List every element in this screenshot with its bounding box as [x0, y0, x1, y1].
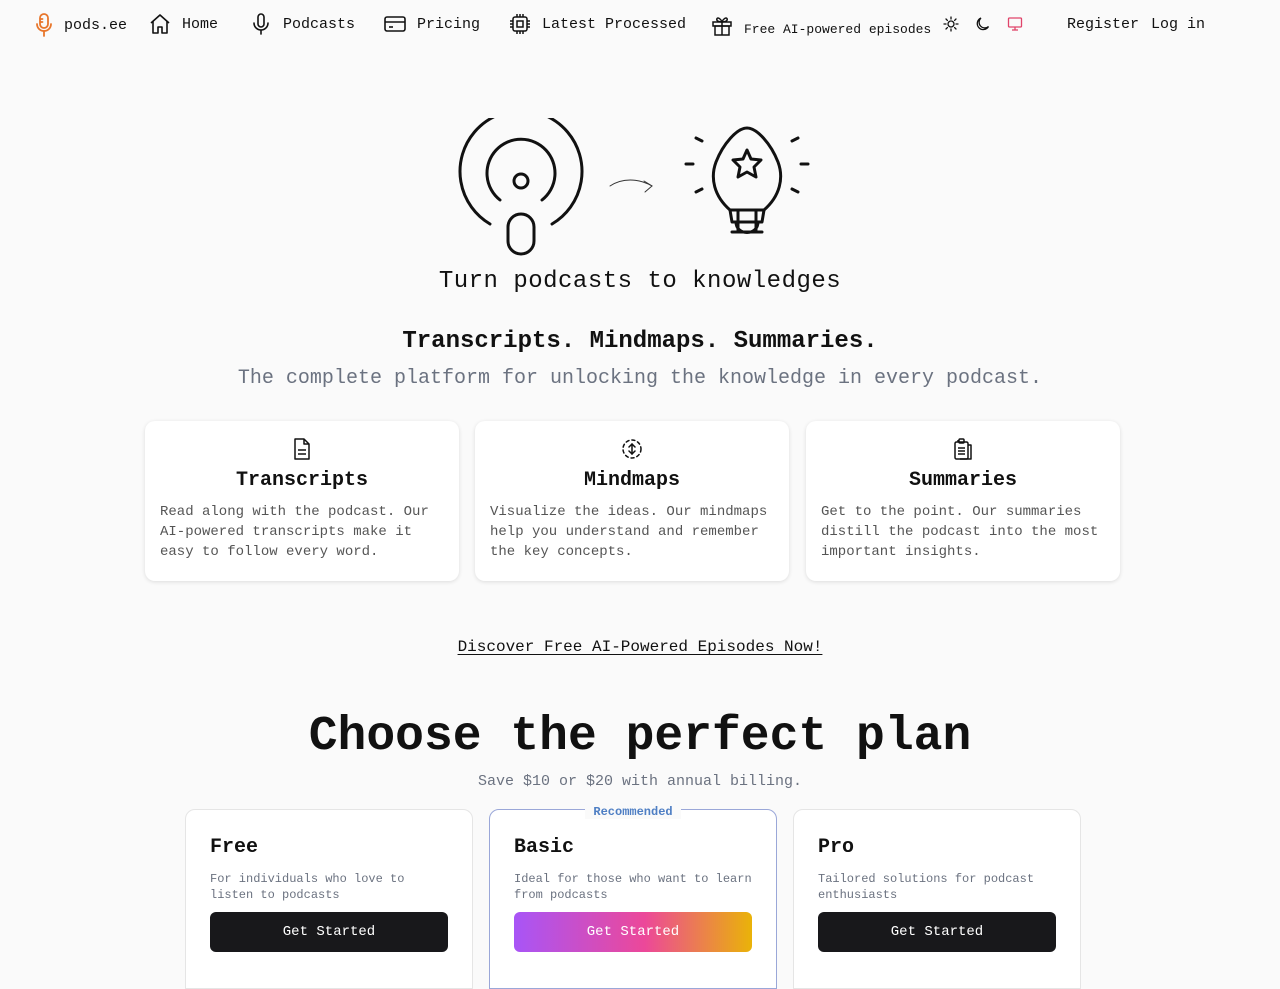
- plan-card-free: Free For individuals who love to listen …: [185, 809, 473, 989]
- discover-free-episodes-link[interactable]: Discover Free AI-Powered Episodes Now!: [458, 638, 823, 656]
- nav-free-label: Free AI-powered episodes: [744, 21, 932, 37]
- brand-link[interactable]: pods.ee: [34, 12, 127, 38]
- nav-home-label: Home: [182, 15, 219, 33]
- cta-container: Discover Free AI-Powered Episodes Now!: [0, 638, 1280, 656]
- feature-card-transcripts: Transcripts Read along with the podcast.…: [145, 421, 459, 581]
- monitor-icon[interactable]: [1007, 16, 1023, 32]
- feature-title: Transcripts: [235, 469, 369, 492]
- gift-icon: [712, 17, 732, 36]
- recommended-badge: Recommended: [490, 802, 776, 820]
- plan-description: For individuals who love to listen to po…: [210, 872, 405, 902]
- plan-card-basic: Recommended Basic Ideal for those who wa…: [489, 805, 777, 989]
- plan-name: Pro: [818, 836, 855, 859]
- pricing-title: Choose the perfect plan: [308, 710, 972, 764]
- recommended-label: Recommended: [585, 805, 681, 819]
- nav-podcasts-label: Podcasts: [283, 15, 356, 33]
- get-started-button[interactable]: Get Started: [210, 912, 448, 952]
- feature-text: Get to the point. Our summaries distill …: [821, 504, 1099, 560]
- plan-description: Ideal for those who want to learn from p…: [514, 872, 752, 902]
- nav-free-episodes[interactable]: Free AI-powered episodes: [710, 14, 931, 38]
- get-started-button[interactable]: Get Started: [514, 912, 752, 952]
- cpu-chip-icon: [510, 14, 530, 34]
- microphone-logo-icon: [36, 13, 52, 37]
- nav-latest-processed[interactable]: Latest Processed: [508, 12, 686, 36]
- pricing-subtitle: Save $10 or $20 with annual billing.: [477, 773, 803, 790]
- login-label: Log in: [1151, 16, 1206, 33]
- top-nav: pods.ee Home Podcasts Pricing Latest Pro…: [0, 0, 1280, 52]
- plan-card-pro: Pro Tailored solutions for podcast enthu…: [793, 809, 1081, 989]
- register-label: Register: [1067, 16, 1140, 33]
- arrow-right-icon: [609, 179, 653, 193]
- clipboard-icon: [954, 438, 972, 460]
- sun-icon[interactable]: [943, 16, 959, 32]
- hero-tagline: Turn podcasts to knowledges: [438, 268, 842, 295]
- get-started-button[interactable]: Get Started: [818, 912, 1056, 952]
- plan-name: Basic: [514, 836, 575, 859]
- feature-text: Visualize the ideas. Our mindmaps help y…: [490, 504, 768, 560]
- microphone-icon: [253, 13, 269, 35]
- home-icon: [150, 14, 170, 34]
- hero-subline: The complete platform for unlocking the …: [237, 367, 1043, 390]
- login-link[interactable]: Log in: [1151, 16, 1205, 33]
- register-link[interactable]: Register: [1067, 16, 1139, 33]
- mindmap-icon: [622, 439, 642, 459]
- nav-home[interactable]: Home: [148, 12, 218, 36]
- lightbulb-star-icon: [684, 126, 810, 234]
- plan-name: Free: [210, 836, 259, 859]
- nav-podcasts[interactable]: Podcasts: [249, 12, 355, 36]
- feature-title: Mindmaps: [583, 469, 680, 492]
- brand-name: pods.ee: [64, 16, 128, 34]
- hero-headline: Transcripts. Mindmaps. Summaries.: [402, 328, 878, 355]
- feature-card-mindmaps: Mindmaps Visualize the ideas. Our mindma…: [475, 421, 789, 581]
- nav-latest-label: Latest Processed: [542, 15, 687, 33]
- feature-text: Read along with the podcast. Our AI-powe…: [160, 504, 429, 560]
- moon-icon[interactable]: [975, 16, 991, 32]
- plan-description: Tailored solutions for podcast enthusias…: [818, 872, 1035, 902]
- feature-card-summaries: Summaries Get to the point. Our summarie…: [806, 421, 1120, 581]
- nav-pricing[interactable]: Pricing: [383, 12, 480, 36]
- nav-pricing-label: Pricing: [417, 15, 481, 33]
- credit-card-icon: [384, 16, 406, 32]
- feature-title: Summaries: [908, 469, 1018, 492]
- podcast-icon: [458, 118, 584, 256]
- file-text-icon: [294, 438, 310, 460]
